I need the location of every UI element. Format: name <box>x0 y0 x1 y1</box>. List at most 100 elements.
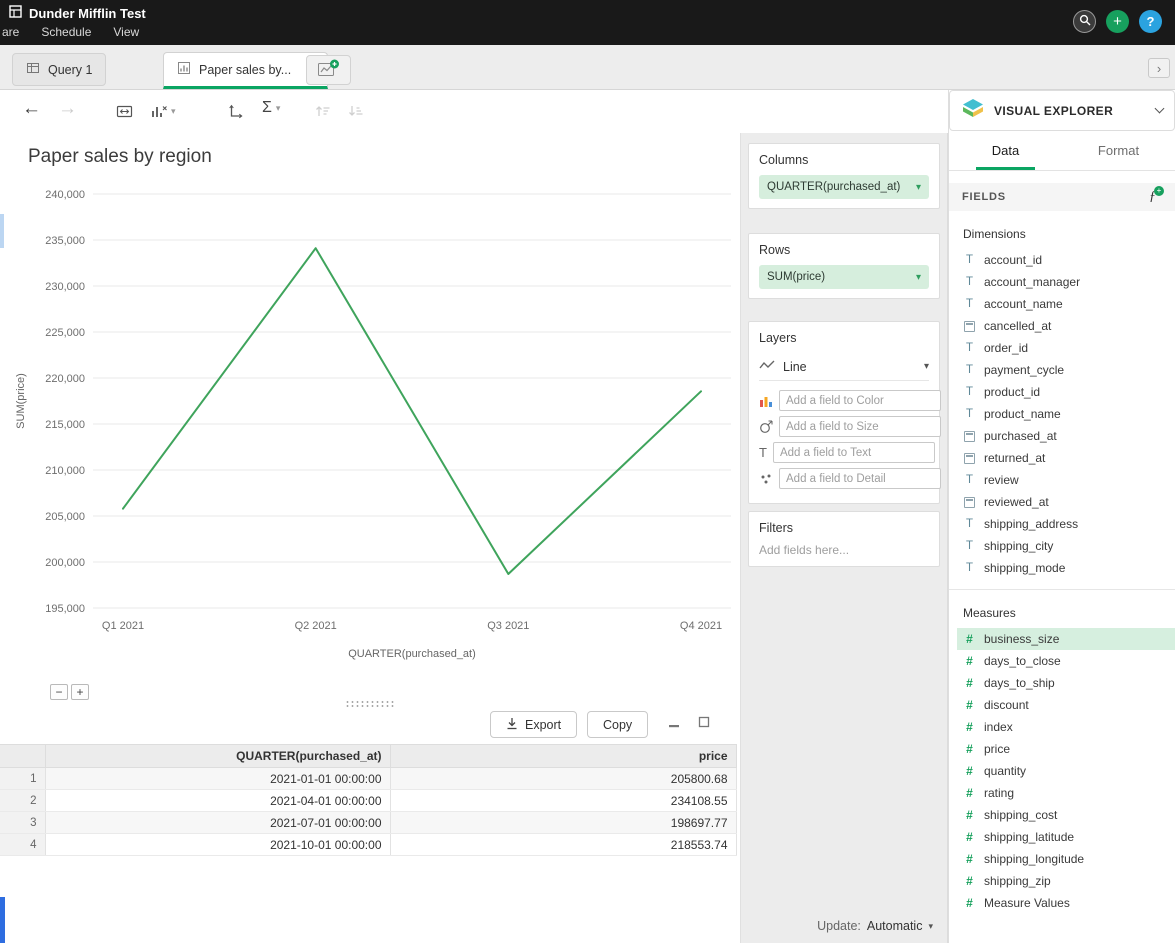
number-type-icon: # <box>963 764 976 778</box>
x-axis-label: QUARTER(purchased_at) <box>348 648 476 660</box>
field-item-reviewed-at[interactable]: reviewed_at <box>957 491 1175 513</box>
layer-type-dropdown[interactable]: Line ▾ <box>759 353 929 381</box>
number-type-icon: # <box>963 830 976 844</box>
tab-query-1[interactable]: Query 1 <box>12 53 106 86</box>
swap-axes-button[interactable] <box>228 103 244 119</box>
sort-descending-button[interactable] <box>347 103 364 119</box>
field-item-product-name[interactable]: Tproduct_name <box>957 403 1175 425</box>
redo-button[interactable]: → <box>58 98 77 120</box>
number-type-icon: # <box>963 632 976 646</box>
expand-icon <box>697 715 711 734</box>
table-cell: 218553.74 <box>390 834 736 856</box>
help-button[interactable]: ? <box>1139 10 1162 33</box>
field-item-quantity[interactable]: #quantity <box>957 760 1175 782</box>
zoom-in-button[interactable]: + <box>71 684 89 700</box>
explorer-title: VISUAL EXPLORER <box>994 104 1113 118</box>
text-type-icon: T <box>963 254 976 266</box>
sort-ascending-button[interactable] <box>314 103 331 119</box>
export-button[interactable]: Export <box>490 711 577 738</box>
field-item-shipping-latitude[interactable]: #shipping_latitude <box>957 826 1175 848</box>
undo-button[interactable]: ← <box>22 98 41 120</box>
tab-paper-sales[interactable]: Paper sales by... ⋮ <box>163 52 328 89</box>
size-field-input[interactable] <box>779 416 941 437</box>
field-item-shipping-longitude[interactable]: #shipping_longitude <box>957 848 1175 870</box>
field-item-order-id[interactable]: Torder_id <box>957 337 1175 359</box>
rows-pill[interactable]: SUM(price) ▾ <box>759 265 929 289</box>
tab-overflow-button[interactable]: › <box>1148 58 1170 78</box>
table-cell: 234108.55 <box>390 790 736 812</box>
plus-icon: + <box>1154 186 1164 196</box>
field-item-purchased-at[interactable]: purchased_at <box>957 425 1175 447</box>
add-calculated-field-button[interactable]: ƒ+ <box>1149 189 1162 205</box>
field-item-cancelled-at[interactable]: cancelled_at <box>957 315 1175 337</box>
add-button[interactable]: + <box>1106 10 1129 33</box>
number-type-icon: # <box>963 852 976 866</box>
field-item-shipping-address[interactable]: Tshipping_address <box>957 513 1175 535</box>
menu-item-schedule[interactable]: Schedule <box>41 25 91 39</box>
update-mode-dropdown[interactable]: Automatic <box>867 919 923 933</box>
plus-icon: + <box>1113 13 1122 30</box>
filters-shelf[interactable]: Filters Add fields here... <box>748 511 940 567</box>
new-chart-tab-button[interactable] <box>306 55 351 85</box>
download-icon <box>506 717 518 733</box>
text-field-input[interactable] <box>773 442 935 463</box>
field-item-account-name[interactable]: Taccount_name <box>957 293 1175 315</box>
field-item-price[interactable]: #price <box>957 738 1175 760</box>
field-item-shipping-cost[interactable]: #shipping_cost <box>957 804 1175 826</box>
field-item-account-id[interactable]: Taccount_id <box>957 249 1175 271</box>
collapse-table-button[interactable] <box>664 714 684 734</box>
search-button[interactable] <box>1073 10 1096 33</box>
clear-chart-button[interactable]: ▾ <box>150 103 176 120</box>
pill-label: SUM(price) <box>767 271 825 283</box>
y-tick-label: 225,000 <box>45 327 85 339</box>
field-item-days-to-ship[interactable]: #days_to_ship <box>957 672 1175 694</box>
field-item-shipping-zip[interactable]: #shipping_zip <box>957 870 1175 892</box>
row-number-header <box>0 745 45 768</box>
pane-resize-handle[interactable] <box>345 700 395 708</box>
fields-label: FIELDS <box>962 191 1006 203</box>
chevron-down-icon: ▾ <box>171 106 176 117</box>
field-label: rating <box>984 786 1014 800</box>
tab-data[interactable]: Data <box>949 131 1062 170</box>
color-field-input[interactable] <box>779 390 941 411</box>
field-label: shipping_city <box>984 539 1053 553</box>
field-label: business_size <box>984 632 1059 646</box>
field-item-shipping-city[interactable]: Tshipping_city <box>957 535 1175 557</box>
field-item-payment-cycle[interactable]: Tpayment_cycle <box>957 359 1175 381</box>
chevron-down-icon: ▾ <box>924 361 929 372</box>
table-tab-icon <box>26 61 40 78</box>
app-menu: are Schedule View <box>2 25 139 39</box>
copy-button[interactable]: Copy <box>587 711 648 738</box>
number-type-icon: # <box>963 742 976 756</box>
field-item-discount[interactable]: #discount <box>957 694 1175 716</box>
detail-field-input[interactable] <box>779 468 941 489</box>
field-item-business-size[interactable]: # business_size <box>957 628 1175 650</box>
x-tick-label: Q4 2021 <box>680 620 722 632</box>
field-item-review[interactable]: Treview <box>957 469 1175 491</box>
chevron-down-icon: ▾ <box>916 182 921 193</box>
resize-chart-button[interactable] <box>116 103 134 120</box>
measures-label: Measures <box>963 606 1175 620</box>
field-item-product-id[interactable]: Tproduct_id <box>957 381 1175 403</box>
columns-pill[interactable]: QUARTER(purchased_at) ▾ <box>759 175 929 199</box>
aggregate-button[interactable]: Σ ▾ <box>262 99 280 117</box>
field-item-shipping-mode[interactable]: Tshipping_mode <box>957 557 1175 579</box>
zoom-out-button[interactable]: − <box>50 684 68 700</box>
visual-explorer-logo <box>961 98 985 123</box>
table-row: 22021-04-01 00:00:00234108.55 <box>0 790 736 812</box>
menu-item-view[interactable]: View <box>113 25 139 39</box>
field-item-returned-at[interactable]: returned_at <box>957 447 1175 469</box>
explorer-mode-dropdown[interactable]: VISUAL EXPLORER <box>949 90 1175 131</box>
field-item-account-manager[interactable]: Taccount_manager <box>957 271 1175 293</box>
field-item-measure-values[interactable]: #Measure Values <box>957 892 1175 914</box>
layers-title: Layers <box>759 331 929 345</box>
field-item-days-to-close[interactable]: #days_to_close <box>957 650 1175 672</box>
expand-table-button[interactable] <box>694 714 714 734</box>
field-item-rating[interactable]: #rating <box>957 782 1175 804</box>
field-item-index[interactable]: #index <box>957 716 1175 738</box>
menu-item-share[interactable]: are <box>2 25 19 39</box>
columns-title: Columns <box>759 153 929 167</box>
tab-format[interactable]: Format <box>1062 131 1175 170</box>
calendar-icon <box>963 431 976 442</box>
number-type-icon: # <box>963 896 976 910</box>
